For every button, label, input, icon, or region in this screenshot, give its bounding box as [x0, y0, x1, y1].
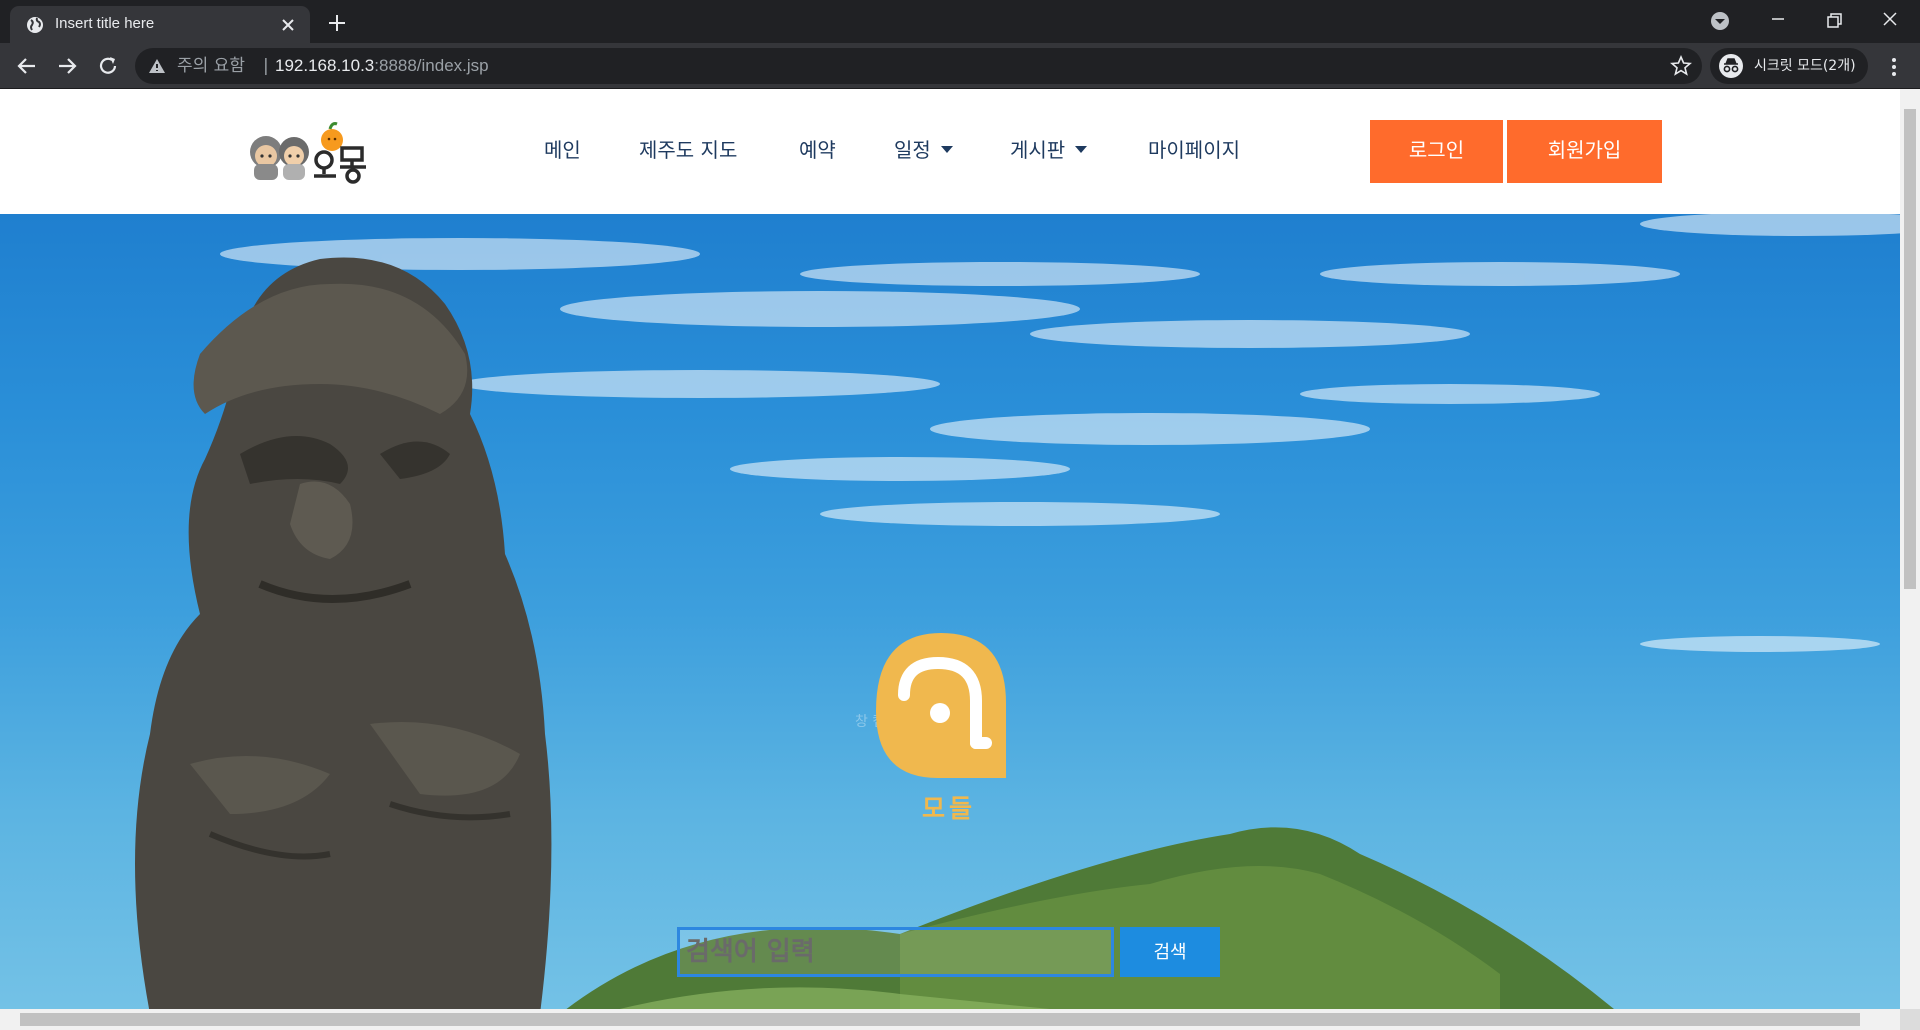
nav-schedule-dropdown[interactable]: 일정 [894, 137, 953, 163]
dropdown-icon[interactable] [1700, 6, 1740, 36]
warning-icon [149, 59, 165, 73]
scrollbar-corner [1900, 1009, 1920, 1030]
incognito-indicator[interactable]: 시크릿 모드(2개) [1710, 48, 1868, 84]
address-bar[interactable]: 주의 요함 | 192.168.10.3:8888/index.jsp [135, 48, 1702, 84]
site-logo[interactable] [244, 116, 394, 184]
nav-jeju-map[interactable]: 제주도 지도 [639, 137, 737, 163]
search-button[interactable]: 검색 [1120, 927, 1220, 977]
hero-banner: 창 캡처(W) 모들 검색 [0, 214, 1900, 1009]
url-text[interactable]: 192.168.10.3:8888/index.jsp [275, 56, 489, 76]
more-icon[interactable] [1880, 53, 1908, 81]
signup-button[interactable]: 회원가입 [1507, 120, 1662, 183]
caret-down-icon [1075, 146, 1088, 153]
nav-mypage[interactable]: 마이페이지 [1148, 137, 1240, 163]
close-icon[interactable] [278, 15, 298, 35]
url-host: 192.168.10.3 [275, 56, 375, 75]
address-separator: | [263, 56, 269, 76]
vertical-scrollbar[interactable] [1900, 89, 1920, 1009]
restore-icon[interactable] [1814, 6, 1854, 36]
login-button[interactable]: 로그인 [1370, 120, 1503, 183]
vertical-scroll-thumb[interactable] [1904, 109, 1916, 589]
caret-down-icon [940, 146, 953, 153]
star-icon[interactable] [1670, 55, 1692, 77]
horizontal-scrollbar[interactable] [0, 1009, 1900, 1030]
horizontal-scroll-thumb[interactable] [20, 1013, 1860, 1026]
browser-tab[interactable]: Insert title here [10, 6, 310, 43]
window-close-icon[interactable] [1870, 6, 1910, 36]
incognito-label: 시크릿 모드(2개) [1754, 58, 1856, 74]
app-name: 모들 [922, 794, 977, 823]
nav-schedule-label: 일정 [894, 138, 931, 162]
search-input[interactable] [677, 927, 1114, 977]
browser-toolbar: 주의 요함 | 192.168.10.3:8888/index.jsp 시크릿 … [0, 43, 1920, 89]
back-icon[interactable] [12, 51, 42, 81]
minimize-icon[interactable] [1758, 6, 1798, 36]
reload-icon[interactable] [93, 51, 123, 81]
plus-icon[interactable] [324, 10, 350, 36]
url-path: :8888/index.jsp [374, 56, 489, 75]
security-warning[interactable]: 주의 요함 [177, 56, 245, 76]
site-header: 메인 제주도 지도 예약 일정 게시판 마이페이지 로그인 회원가입 [0, 89, 1900, 214]
nav-board-dropdown[interactable]: 게시판 [1010, 137, 1088, 163]
modeul-logo-icon [876, 633, 1006, 778]
tab-title: Insert title here [55, 15, 155, 32]
nav-reservation[interactable]: 예약 [799, 137, 836, 163]
globe-icon [27, 17, 43, 33]
browser-titlebar: Insert title here [0, 0, 1920, 43]
hero-background-image [135, 214, 1900, 1009]
page-viewport: 메인 제주도 지도 예약 일정 게시판 마이페이지 로그인 회원가입 창 모들 … [0, 89, 1900, 1009]
incognito-icon [1719, 54, 1743, 78]
forward-icon[interactable] [52, 51, 82, 81]
nav-main[interactable]: 메인 [544, 137, 581, 163]
nav-board-label: 게시판 [1010, 138, 1066, 162]
